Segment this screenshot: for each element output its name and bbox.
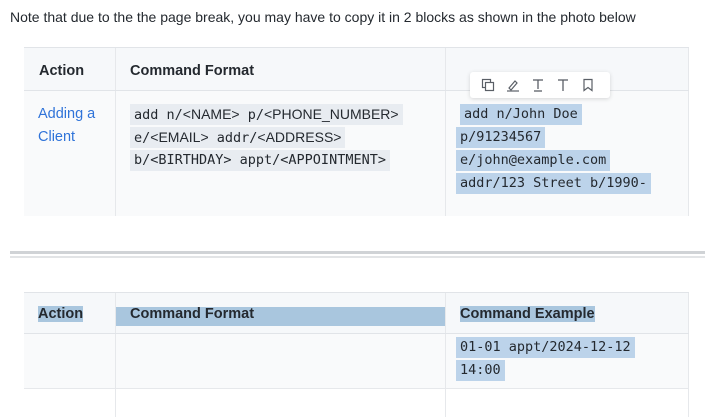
action-cell: Adding a Client bbox=[24, 91, 115, 216]
name-placeholder: <NAME> bbox=[182, 106, 240, 122]
header-command-example-label: Command Example bbox=[460, 306, 595, 322]
table-header-row: Action Command Format Command Example bbox=[24, 292, 689, 334]
address-placeholder: <ADDRESS> bbox=[257, 129, 342, 145]
email-placeholder: <EMAIL> bbox=[150, 129, 209, 145]
format-line: add n/<NAME> p/<PHONE_NUMBER> bbox=[130, 104, 403, 125]
header-action: Action bbox=[39, 63, 85, 79]
format-line: b/<BIRTHDAY> appt/<APPOINTMENT> bbox=[130, 150, 390, 171]
phone-placeholder: <PHONE_NUMBER> bbox=[263, 106, 399, 122]
example-cell: 01-01 appt/2024-12-12 14:00 bbox=[445, 334, 689, 388]
table-block-2: Action Command Format Command Example 01… bbox=[24, 292, 689, 417]
action-link[interactable]: Adding a Client bbox=[24, 91, 115, 149]
example-line[interactable]: p/91234567 bbox=[456, 127, 546, 148]
table-row bbox=[24, 389, 689, 417]
selection-toolbar bbox=[470, 72, 610, 98]
action-link-line: Adding a bbox=[38, 106, 96, 122]
format-cell: add n/<NAME> p/<PHONE_NUMBER> e/<EMAIL> … bbox=[115, 91, 445, 216]
example-cell bbox=[445, 389, 689, 417]
highlight-icon[interactable] bbox=[503, 75, 523, 95]
format-cell bbox=[115, 334, 445, 388]
header-command-format: Command Format bbox=[115, 293, 445, 333]
header-command-format-label: Command Format bbox=[130, 306, 255, 322]
header-command-format: Command Format bbox=[115, 48, 445, 90]
example-cell: add n/John Doe p/91234567 e/john@example… bbox=[445, 91, 689, 216]
copy-icon[interactable] bbox=[478, 75, 498, 95]
instruction-note: Note that due to the the page break, you… bbox=[10, 9, 636, 25]
text-size-icon[interactable] bbox=[528, 75, 548, 95]
example-line[interactable]: 14:00 bbox=[456, 360, 505, 381]
example-line[interactable]: addr/123 Street b/1990- bbox=[456, 173, 651, 194]
example-line[interactable]: 01-01 appt/2024-12-12 bbox=[456, 337, 635, 358]
example-line[interactable]: e/john@example.com bbox=[456, 150, 611, 171]
table-row: Adding a Client add n/<NAME> p/<PHONE_NU… bbox=[24, 91, 689, 216]
table-row: 01-01 appt/2024-12-12 14:00 bbox=[24, 334, 689, 389]
format-cell bbox=[115, 389, 445, 417]
action-cell bbox=[24, 389, 115, 417]
page-break-divider bbox=[10, 251, 705, 254]
header-action: Action bbox=[24, 293, 115, 333]
format-line: e/<EMAIL> addr/<ADDRESS> bbox=[130, 127, 346, 148]
example-line[interactable]: add n/John Doe bbox=[460, 104, 582, 125]
bookmark-icon[interactable] bbox=[578, 75, 598, 95]
header-action-label: Action bbox=[38, 306, 84, 322]
text-icon[interactable] bbox=[553, 75, 573, 95]
action-link-line: Client bbox=[38, 129, 76, 145]
action-cell bbox=[24, 334, 115, 388]
page-break-divider bbox=[10, 256, 705, 258]
header-command-example: Command Example bbox=[445, 293, 689, 333]
